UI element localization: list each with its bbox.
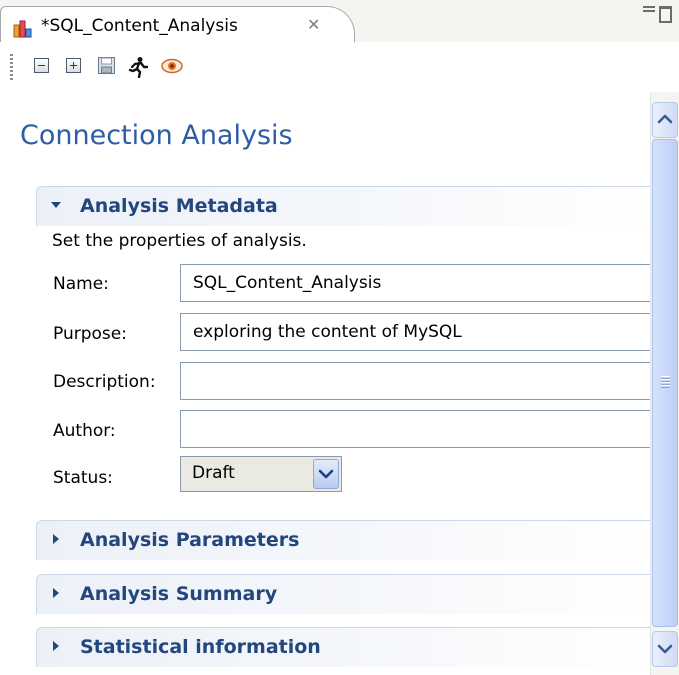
section-description: Set the properties of analysis. <box>52 231 307 251</box>
tab-sql-content-analysis[interactable]: *SQL_Content_Analysis ✕ <box>0 6 355 42</box>
section-analysis-summary[interactable]: Analysis Summary <box>36 574 652 614</box>
save-icon <box>98 57 115 74</box>
name-label: Name: <box>53 274 109 294</box>
chevron-right-icon <box>53 641 59 651</box>
section-title: Analysis Summary <box>80 583 278 605</box>
purpose-label: Purpose: <box>53 324 127 344</box>
section-analysis-parameters[interactable]: Analysis Parameters <box>36 520 652 560</box>
toolbar <box>0 42 679 92</box>
name-field[interactable]: SQL_Content_Analysis <box>180 264 652 302</box>
section-title: Statistical information <box>80 636 321 658</box>
description-label: Description: <box>53 372 156 392</box>
status-select[interactable]: Draft <box>180 456 342 492</box>
maximize-icon[interactable] <box>657 6 675 26</box>
expand-all-button[interactable] <box>65 56 85 76</box>
run-icon <box>128 57 149 79</box>
chevron-right-icon <box>53 534 59 544</box>
editor-content: Connection Analysis Analysis Metadata Se… <box>0 92 652 675</box>
chevron-down-icon <box>318 469 334 479</box>
section-title: Analysis Metadata <box>80 195 278 217</box>
editor-window: *SQL_Content_Analysis ✕ Connection Analy… <box>0 0 679 675</box>
collapse-all-button[interactable] <box>33 56 53 76</box>
section-statistical-information[interactable]: Statistical information <box>36 627 652 667</box>
section-title: Analysis Parameters <box>80 529 300 551</box>
tab-strip: *SQL_Content_Analysis ✕ <box>0 0 679 43</box>
status-label: Status: <box>53 468 113 488</box>
scroll-up-button[interactable] <box>652 102 678 138</box>
scroll-down-button[interactable] <box>652 631 678 667</box>
run-button[interactable] <box>127 56 149 79</box>
status-dropdown-button[interactable] <box>313 459 339 489</box>
minimize-icon[interactable] <box>640 6 658 18</box>
eye-button[interactable] <box>160 56 183 76</box>
description-field[interactable] <box>180 362 652 400</box>
chevron-down-icon <box>51 202 61 208</box>
analysis-chart-icon <box>13 20 32 38</box>
scroll-thumb[interactable] <box>652 139 678 627</box>
scroll-grip-icon <box>661 376 670 388</box>
chevron-right-icon <box>53 588 59 598</box>
toolbar-grip[interactable] <box>10 54 13 80</box>
save-button[interactable] <box>97 56 117 76</box>
vertical-scrollbar[interactable] <box>650 92 679 675</box>
author-field[interactable] <box>180 410 652 448</box>
section-analysis-metadata[interactable]: Analysis Metadata <box>36 186 652 226</box>
status-select-value: Draft <box>192 463 235 483</box>
chevron-down-icon <box>657 644 673 654</box>
close-icon[interactable]: ✕ <box>307 16 320 34</box>
expand-all-icon <box>66 58 81 73</box>
chevron-up-icon <box>657 114 673 124</box>
purpose-field[interactable]: exploring the content of MySQL <box>180 313 652 351</box>
eye-icon <box>161 58 183 74</box>
author-label: Author: <box>53 421 116 441</box>
tab-title: *SQL_Content_Analysis <box>41 16 238 36</box>
page-title: Connection Analysis <box>20 120 293 151</box>
collapse-all-icon <box>34 58 49 73</box>
